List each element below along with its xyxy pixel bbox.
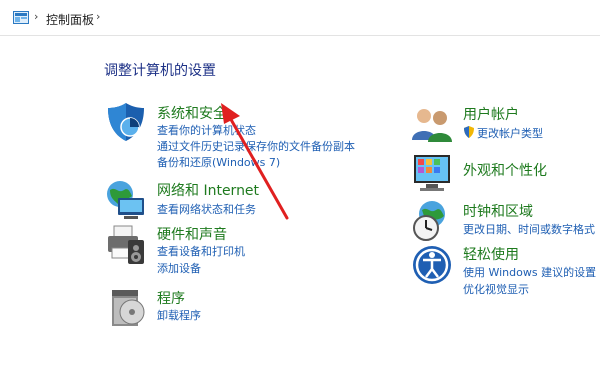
category-ease-of-access[interactable]: 轻松使用	[463, 244, 519, 264]
control-panel-icon	[13, 11, 29, 24]
shield-icon	[108, 103, 144, 141]
chevron-right-icon: ›	[34, 10, 39, 23]
link-file-history[interactable]: 通过文件历史记录保存你的文件备份副本	[157, 138, 355, 154]
link-uninstall-program[interactable]: 卸载程序	[157, 307, 201, 323]
category-programs[interactable]: 程序	[157, 288, 185, 308]
programs-icon	[112, 290, 145, 326]
link-change-account-type[interactable]: 更改帐户类型	[477, 125, 543, 141]
category-hardware-sound[interactable]: 硬件和声音	[157, 224, 227, 244]
category-user-accounts[interactable]: 用户帐户	[463, 104, 519, 124]
uac-shield-icon	[464, 126, 474, 138]
address-bar[interactable]: › 控制面板 ›	[0, 0, 600, 36]
user-accounts-icon	[412, 109, 452, 142]
breadcrumb-control-panel[interactable]: 控制面板	[46, 11, 94, 28]
clock-globe-icon	[413, 201, 445, 241]
link-recommended-settings[interactable]: 使用 Windows 建议的设置	[463, 264, 596, 280]
link-devices-printers[interactable]: 查看设备和打印机	[157, 243, 245, 259]
link-optimize-visual[interactable]: 优化视觉显示	[463, 281, 529, 297]
link-change-date-time[interactable]: 更改日期、时间或数字格式	[463, 221, 595, 237]
network-globe-icon	[107, 181, 144, 219]
annotation-arrow	[221, 103, 289, 220]
category-system-security[interactable]: 系统和安全	[157, 103, 227, 123]
link-view-computer-status[interactable]: 查看你的计算机状态	[157, 122, 256, 138]
category-appearance[interactable]: 外观和个性化	[463, 160, 547, 180]
printer-icon	[108, 225, 144, 264]
category-clock-region[interactable]: 时钟和区域	[463, 201, 533, 221]
link-backup-restore[interactable]: 备份和还原(Windows 7)	[157, 154, 280, 170]
link-add-device[interactable]: 添加设备	[157, 260, 201, 276]
ease-of-access-icon	[413, 246, 451, 284]
link-network-status[interactable]: 查看网络状态和任务	[157, 201, 256, 217]
category-network-internet[interactable]: 网络和 Internet	[157, 180, 259, 200]
chevron-right-icon[interactable]: ›	[96, 10, 100, 23]
appearance-monitor-icon	[414, 155, 450, 191]
page-title: 调整计算机的设置	[104, 63, 216, 79]
